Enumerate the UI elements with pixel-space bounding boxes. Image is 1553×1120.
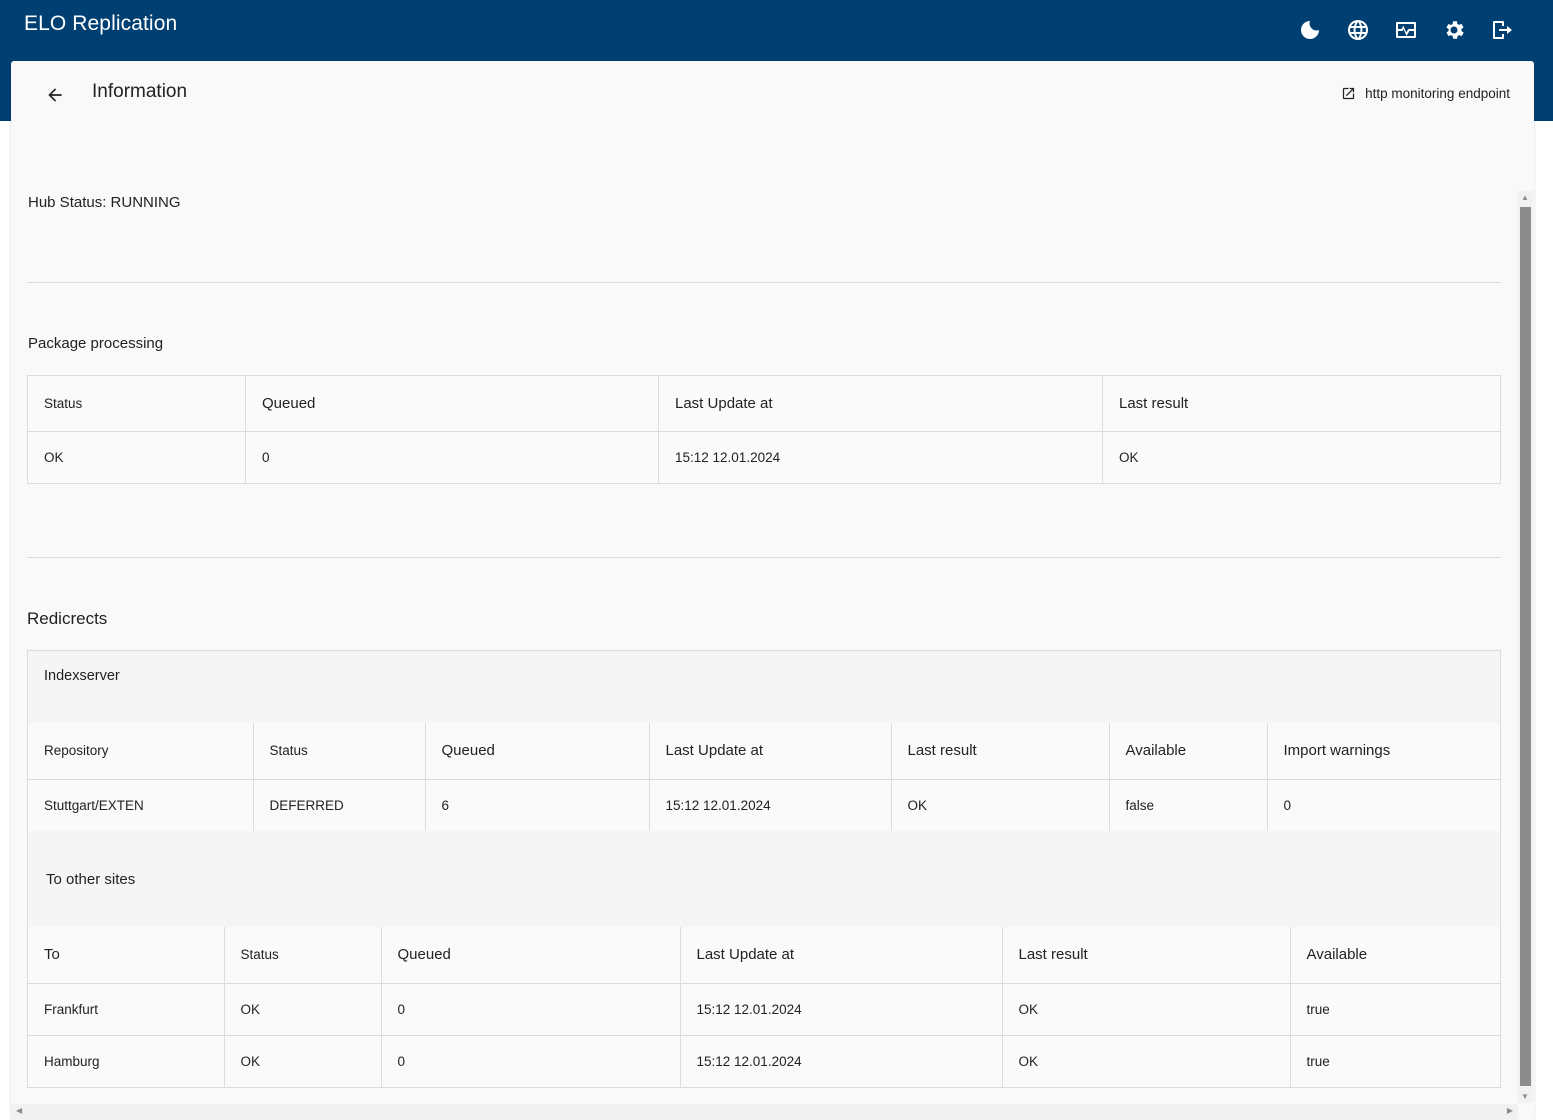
- column-header: Queued: [425, 723, 650, 780]
- dark-mode-icon[interactable]: [1297, 16, 1323, 44]
- column-header: Status: [224, 927, 382, 984]
- indexserver-label: Indexserver: [44, 668, 120, 684]
- monitoring-icon[interactable]: [1393, 16, 1419, 44]
- divider: [27, 557, 1501, 558]
- page-title: Information: [92, 81, 188, 102]
- column-header: To: [28, 927, 225, 984]
- table-cell: OK: [1119, 450, 1139, 465]
- table-cell: false: [1109, 779, 1268, 831]
- table-row: Hamburg OK 0 15:12 12.01.2024 OK true: [28, 1035, 1500, 1087]
- redirects-panel: Indexserver Repository Status Queued Las…: [27, 650, 1501, 1088]
- divider: [27, 282, 1501, 283]
- table-cell: 15:12 12.01.2024: [649, 779, 892, 831]
- hub-status: Hub Status: RUNNING: [28, 194, 181, 211]
- app-title: ELO Replication: [24, 12, 178, 35]
- table-cell: true: [1290, 983, 1500, 1036]
- external-link-icon: [1343, 87, 1355, 100]
- table-cell: 6: [425, 779, 650, 831]
- table-row: Stuttgart/EXTEN DEFERRED 6 15:12 12.01.2…: [28, 779, 1500, 831]
- table-cell: OK: [1002, 1035, 1291, 1087]
- table-cell: Stuttgart/EXTEN: [28, 779, 254, 831]
- header-icons: [1297, 16, 1515, 44]
- table-cell: 0: [381, 1035, 681, 1087]
- other-sites-table: To Status Queued Last Update at Last res…: [28, 927, 1500, 1087]
- table-cell: 15:12 12.01.2024: [680, 1035, 1003, 1087]
- column-header: Status: [253, 723, 426, 780]
- table-cell: OK: [224, 1035, 382, 1087]
- column-header: Last Update at: [649, 723, 892, 780]
- redirects-label: Redicrects: [27, 609, 108, 628]
- table-cell: 0: [1283, 797, 1292, 813]
- column-header: Status: [27, 375, 246, 432]
- http-monitoring-endpoint-link[interactable]: http monitoring endpoint: [1341, 86, 1510, 101]
- table-cell: Frankfurt: [28, 983, 225, 1036]
- information-card: Information http monitoring endpoint Hub…: [11, 61, 1534, 1120]
- settings-gear-icon[interactable]: [1441, 16, 1467, 44]
- scroll-down-icon[interactable]: ▼: [1521, 1092, 1529, 1101]
- globe-icon[interactable]: [1345, 16, 1371, 44]
- column-header: Last result: [1102, 375, 1501, 432]
- vertical-scrollbar[interactable]: ▲ ▼: [1518, 191, 1533, 1103]
- scrollbar-thumb[interactable]: [1520, 207, 1531, 1086]
- monitoring-link-label: http monitoring endpoint: [1365, 86, 1510, 101]
- table-cell: 0: [381, 983, 681, 1036]
- column-header: Queued: [381, 927, 681, 984]
- table-cell: 15:12 12.01.2024: [680, 983, 1003, 1036]
- table-row: Frankfurt OK 0 15:12 12.01.2024 OK true: [28, 983, 1500, 1036]
- column-header: Available: [1109, 723, 1268, 780]
- table-cell: DEFERRED: [253, 779, 426, 831]
- logout-icon[interactable]: [1489, 16, 1515, 44]
- table-cell: 0: [245, 431, 659, 484]
- table-row: OK 0 15:12 12.01.2024 OK: [27, 431, 1501, 484]
- horizontal-scrollbar[interactable]: ◀ ▶: [11, 1104, 1518, 1120]
- table-cell: OK: [891, 779, 1110, 831]
- column-header: Last result: [1002, 927, 1291, 984]
- column-header: Queued: [245, 375, 659, 432]
- package-processing-table: Status Queued Last Update at Last result…: [27, 375, 1501, 484]
- column-header: Last Update at: [658, 375, 1103, 432]
- table-cell: Hamburg: [28, 1035, 225, 1087]
- table-cell: true: [1306, 1053, 1330, 1069]
- table-cell: 15:12 12.01.2024: [658, 431, 1103, 484]
- scroll-right-icon[interactable]: ▶: [1507, 1106, 1513, 1115]
- back-arrow-icon[interactable]: [43, 83, 67, 107]
- package-processing-label: Package processing: [28, 335, 164, 352]
- column-header: Last result: [891, 723, 1110, 780]
- column-header: Last Update at: [680, 927, 1003, 984]
- table-cell: OK: [27, 431, 246, 484]
- scroll-up-icon[interactable]: ▲: [1521, 193, 1529, 202]
- table-cell: OK: [224, 983, 382, 1036]
- column-header: Available: [1290, 927, 1500, 984]
- scroll-left-icon[interactable]: ◀: [16, 1106, 22, 1115]
- column-header: Import warnings: [1267, 723, 1500, 780]
- column-header: Repository: [28, 723, 254, 780]
- table-cell: OK: [1002, 983, 1291, 1036]
- indexserver-table: Repository Status Queued Last Update at …: [28, 723, 1500, 831]
- other-sites-label: To other sites: [46, 871, 136, 888]
